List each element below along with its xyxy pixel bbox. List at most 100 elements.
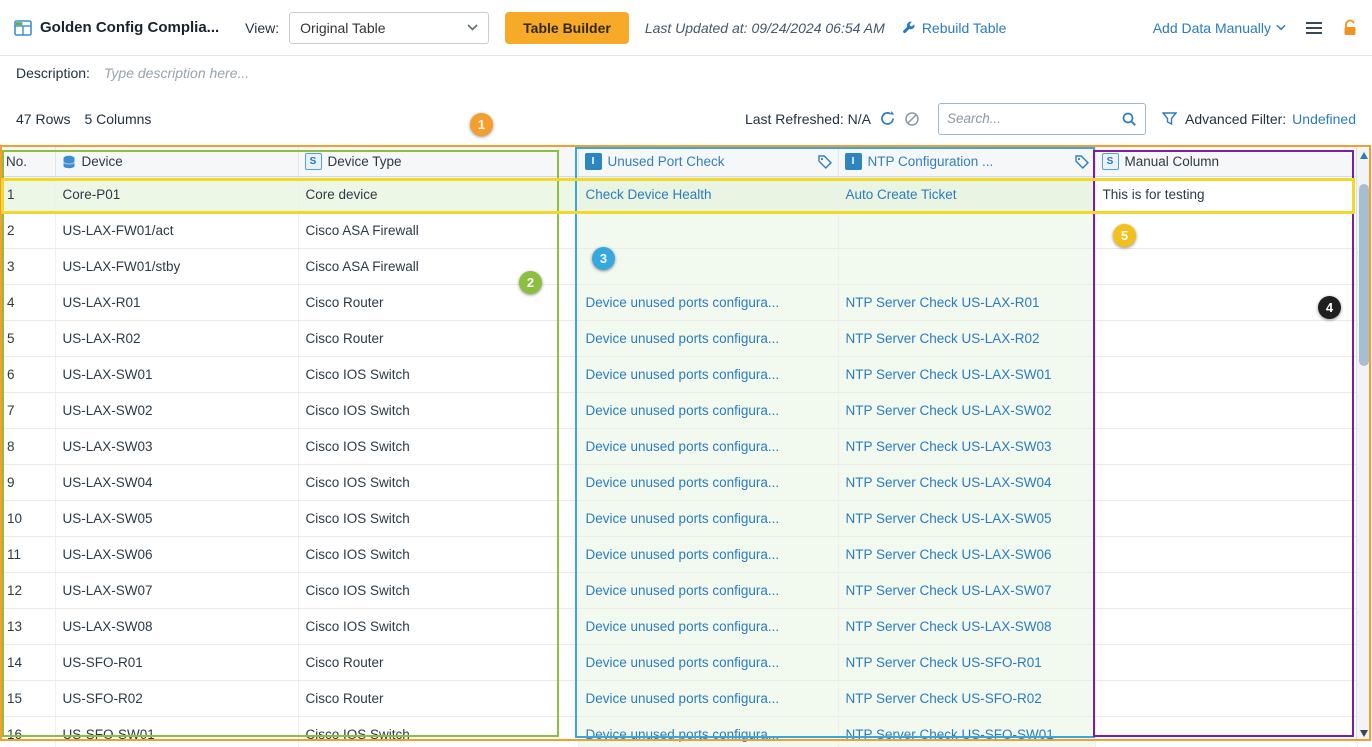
unlock-icon[interactable] (1342, 19, 1358, 37)
intent-link[interactable]: NTP Server Check US-LAX-SW07 (846, 583, 1052, 598)
column-header-ntp-configuration[interactable]: I NTP Configuration ... (838, 147, 1095, 177)
intent-link[interactable]: Device unused ports configura... (586, 583, 780, 598)
unused-port-check-cell: Device unused ports configura... (578, 681, 838, 717)
intent-link[interactable]: NTP Server Check US-LAX-SW03 (846, 439, 1052, 454)
intent-link[interactable]: NTP Server Check US-SFO-R02 (846, 691, 1042, 706)
column-header-device[interactable]: Device (55, 147, 298, 177)
row-number-cell: 4 (0, 285, 55, 321)
intent-link[interactable]: Check Device Health (586, 187, 712, 202)
device-type-cell: Cisco IOS Switch (298, 357, 578, 393)
intent-link[interactable]: Device unused ports configura... (586, 619, 780, 634)
table-row[interactable]: 1Core-P01Core deviceCheck Device HealthA… (0, 177, 1357, 213)
table-row[interactable]: 15US-SFO-R02Cisco RouterDevice unused po… (0, 681, 1357, 717)
scroll-up-arrow-icon[interactable] (1360, 152, 1368, 159)
description-label: Description: (16, 65, 90, 81)
intent-link[interactable]: NTP Server Check US-LAX-SW06 (846, 547, 1052, 562)
table-row[interactable]: 11US-LAX-SW06Cisco IOS SwitchDevice unus… (0, 537, 1357, 573)
device-cell: US-LAX-SW01 (55, 357, 298, 393)
intent-link[interactable]: Device unused ports configura... (586, 727, 780, 742)
scroll-down-arrow-icon[interactable] (1360, 730, 1368, 737)
intent-link[interactable]: NTP Server Check US-LAX-SW05 (846, 511, 1052, 526)
intent-link[interactable]: NTP Server Check US-SFO-R01 (846, 655, 1042, 670)
intent-link[interactable]: Device unused ports configura... (586, 439, 780, 454)
ntp-configuration-cell: NTP Server Check US-LAX-SW06 (838, 537, 1095, 573)
menu-icon[interactable] (1306, 22, 1322, 34)
manual-column-cell: This is for testing (1095, 177, 1357, 213)
unused-port-check-cell: Device unused ports configura... (578, 573, 838, 609)
row-number-cell: 7 (0, 393, 55, 429)
filter-icon[interactable] (1162, 112, 1177, 126)
intent-link[interactable]: Device unused ports configura... (586, 511, 780, 526)
row-number-cell: 6 (0, 357, 55, 393)
refresh-icon[interactable] (879, 110, 896, 127)
intent-link[interactable]: Device unused ports configura... (586, 331, 780, 346)
intent-link[interactable]: NTP Server Check US-LAX-SW04 (846, 475, 1052, 490)
manual-column-cell (1095, 357, 1357, 393)
search-icon[interactable] (1121, 111, 1137, 127)
intent-link[interactable]: NTP Server Check US-SFO-SW01 (846, 727, 1054, 742)
intent-link[interactable]: Device unused ports configura... (586, 655, 780, 670)
table-row[interactable]: 8US-LAX-SW03Cisco IOS SwitchDevice unuse… (0, 429, 1357, 465)
scrollbar-thumb[interactable] (1359, 184, 1369, 366)
intent-link[interactable]: NTP Server Check US-LAX-SW01 (846, 367, 1052, 382)
device-cell: US-LAX-R01 (55, 285, 298, 321)
table-row[interactable]: 10US-LAX-SW05Cisco IOS SwitchDevice unus… (0, 501, 1357, 537)
device-type-cell: Cisco IOS Switch (298, 429, 578, 465)
table-row[interactable]: 2US-LAX-FW01/actCisco ASA Firewall (0, 213, 1357, 249)
intent-link[interactable]: Device unused ports configura... (586, 295, 780, 310)
table-row[interactable]: 7US-LAX-SW02Cisco IOS SwitchDevice unuse… (0, 393, 1357, 429)
table-header-row: No. Device S Device Type (0, 147, 1357, 177)
data-table: No. Device S Device Type (0, 147, 1357, 747)
intent-link[interactable]: Device unused ports configura... (586, 547, 780, 562)
vertical-scrollbar[interactable] (1356, 148, 1372, 740)
tag-icon[interactable] (818, 155, 832, 169)
manual-column-cell (1095, 645, 1357, 681)
manual-column-cell (1095, 321, 1357, 357)
intent-link[interactable]: NTP Server Check US-LAX-SW02 (846, 403, 1052, 418)
search-input[interactable] (947, 111, 1121, 126)
device-cell: US-LAX-SW04 (55, 465, 298, 501)
column-header-no[interactable]: No. (0, 147, 55, 177)
device-cell: US-LAX-SW07 (55, 573, 298, 609)
table-row[interactable]: 6US-LAX-SW01Cisco IOS Switch Device unuse… (0, 357, 1357, 393)
device-cell: US-LAX-SW03 (55, 429, 298, 465)
column-header-manual-column[interactable]: S Manual Column (1095, 147, 1357, 177)
view-select[interactable]: Original Table (289, 12, 489, 44)
intent-link[interactable]: NTP Server Check US-LAX-SW08 (846, 619, 1052, 634)
table-row[interactable]: 5US-LAX-R02Cisco RouterDevice unused por… (0, 321, 1357, 357)
last-refreshed-text: Last Refreshed: N/A (745, 111, 871, 127)
unused-port-check-cell: Device unused ports configura... (578, 357, 838, 393)
table-row[interactable]: 14US-SFO-R01Cisco RouterDevice unused po… (0, 645, 1357, 681)
add-data-manually-link[interactable]: Add Data Manually (1153, 20, 1286, 36)
tag-icon[interactable] (1075, 155, 1089, 169)
callout-5-badge: 5 (1113, 224, 1136, 247)
intent-link[interactable]: Device unused ports configura... (586, 367, 780, 382)
unused-port-check-cell: Device unused ports configura... (578, 537, 838, 573)
intent-link[interactable]: Device unused ports configura... (586, 475, 780, 490)
table-row[interactable]: 9US-LAX-SW04Cisco IOS SwitchDevice unuse… (0, 465, 1357, 501)
intent-link[interactable]: NTP Server Check US-LAX-R02 (846, 331, 1040, 346)
ntp-configuration-cell: NTP Server Check US-LAX-SW04 (838, 465, 1095, 501)
column-header-unused-port-check[interactable]: I Unused Port Check (578, 147, 838, 177)
search-box[interactable] (938, 103, 1146, 135)
description-input[interactable] (104, 65, 524, 81)
intent-type-icon: I (585, 153, 602, 170)
intent-link[interactable]: Device unused ports configura... (586, 691, 780, 706)
table-builder-button[interactable]: Table Builder (505, 12, 629, 44)
table-row[interactable]: 4US-LAX-R01Cisco RouterDevice unused por… (0, 285, 1357, 321)
manual-column-cell (1095, 501, 1357, 537)
auto-refresh-off-icon[interactable] (904, 111, 920, 127)
column-header-device-type[interactable]: S Device Type (298, 147, 578, 177)
row-number-cell: 2 (0, 213, 55, 249)
intent-link[interactable]: Auto Create Ticket (846, 187, 957, 202)
table-row[interactable]: 13US-LAX-SW08Cisco IOS SwitchDevice unus… (0, 609, 1357, 645)
manual-column-cell (1095, 285, 1357, 321)
rebuild-table-link[interactable]: Rebuild Table (901, 20, 1007, 36)
advanced-filter-value-link[interactable]: Undefined (1292, 111, 1356, 127)
table-row[interactable]: 12US-LAX-SW07Cisco IOS SwitchDevice unus… (0, 573, 1357, 609)
intent-link[interactable]: NTP Server Check US-LAX-R01 (846, 295, 1040, 310)
intent-link[interactable]: Device unused ports configura... (586, 403, 780, 418)
table-row[interactable]: 16US-SFO-SW01Cisco IOS SwitchDevice unus… (0, 717, 1357, 747)
table-row[interactable]: 3US-LAX-FW01/stbyCisco ASA Firewall (0, 249, 1357, 285)
ntp-configuration-cell: NTP Server Check US-SFO-R02 (838, 681, 1095, 717)
